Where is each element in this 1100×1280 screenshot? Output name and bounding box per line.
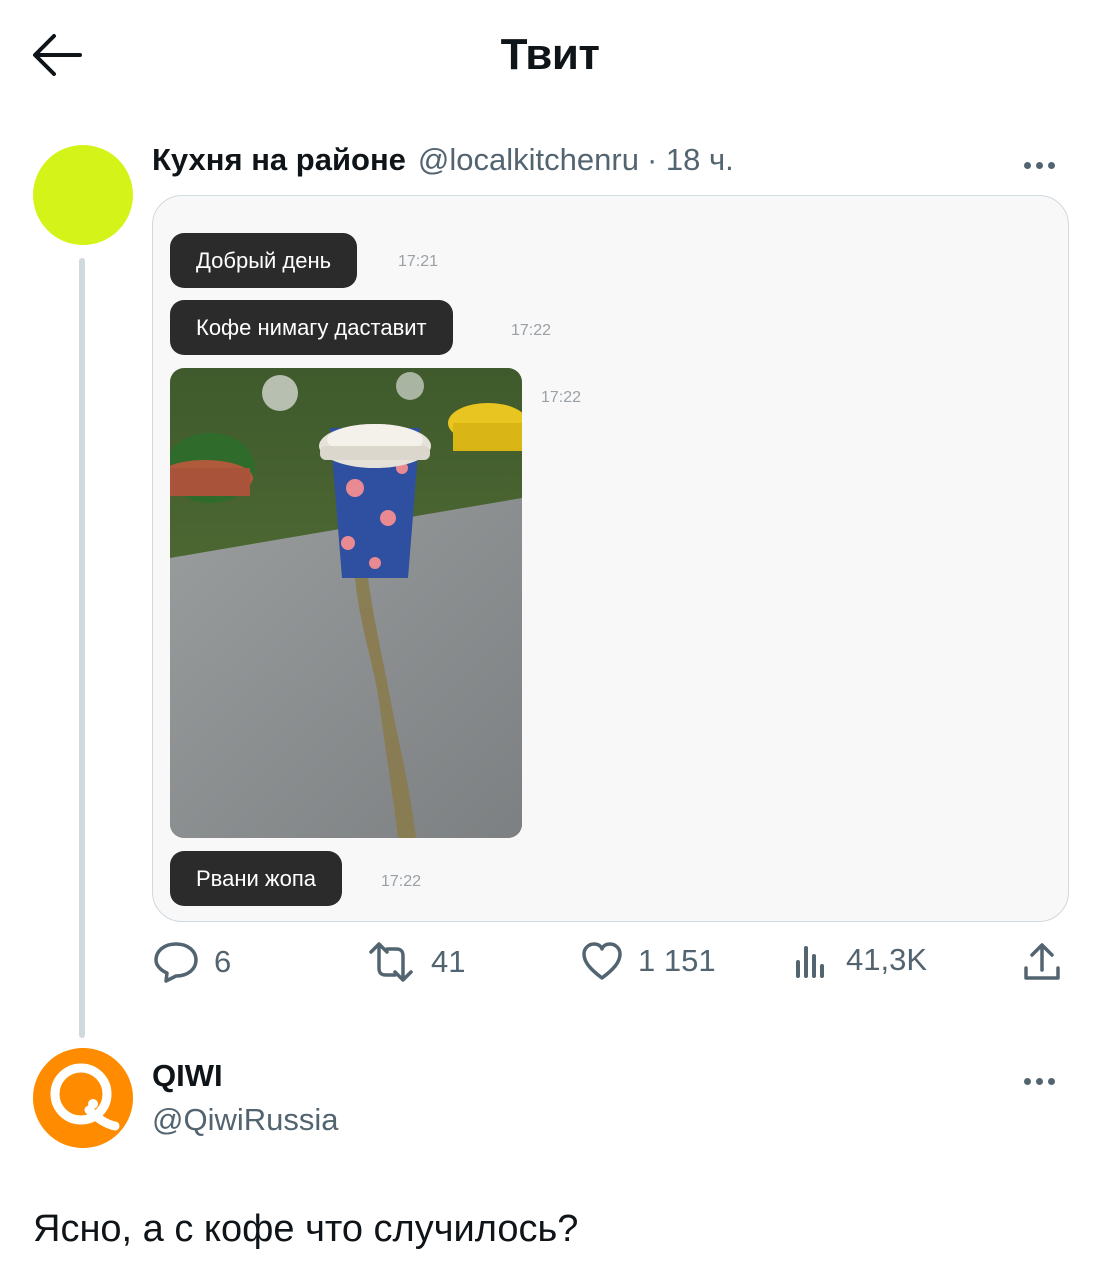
reply-count: 6 [214, 944, 232, 979]
retweet-button[interactable]: 41 [365, 940, 465, 984]
chat-timestamp: 17:22 [511, 322, 552, 339]
tweet-time[interactable]: · 18 ч. [647, 142, 734, 177]
tweet-media-screenshot[interactable]: Добрый день 17:21 Кофе нимагу даставит 1… [152, 195, 1069, 922]
share-button[interactable] [1020, 940, 1078, 984]
reply-author-name[interactable]: QIWI [152, 1058, 223, 1094]
chat-timestamp: 17:21 [398, 253, 439, 270]
more-options-icon[interactable] [1024, 1072, 1066, 1086]
reply-icon [154, 942, 198, 983]
reply-text: Ясно, а с кофе что случилось? [33, 1208, 579, 1250]
chat-timestamp: 17:22 [541, 389, 582, 406]
heart-icon [582, 942, 622, 980]
chat-bubble: Рвани жопа [170, 851, 343, 906]
qiwi-logo-icon [33, 1048, 133, 1148]
retweet-count: 41 [431, 944, 466, 979]
avatar[interactable] [33, 145, 133, 245]
retweet-icon [369, 942, 413, 982]
like-button[interactable]: 1 151 [580, 940, 716, 982]
chat-bubble: Добрый день [170, 233, 358, 288]
tweet-author-row: Кухня на районе @localkitchenru · 18 ч. [152, 142, 734, 178]
avatar[interactable] [33, 1048, 133, 1148]
chat-timestamp: 17:22 [381, 873, 422, 890]
views-chart-icon [796, 946, 824, 978]
more-options-icon[interactable] [1024, 156, 1066, 170]
chat-bubble: Кофе нимагу даставит [170, 300, 453, 355]
like-count: 1 151 [638, 943, 716, 978]
reply-button[interactable]: 6 [152, 940, 231, 984]
views-count: 41,3K [846, 942, 928, 977]
coffee-cup-photo [170, 368, 522, 838]
page-title: Твит [500, 30, 600, 79]
thread-connector-line [79, 258, 85, 1038]
share-icon [1024, 943, 1060, 980]
author-handle[interactable]: @localkitchenru [418, 142, 639, 177]
views-button[interactable]: 41,3K [792, 940, 927, 980]
author-name[interactable]: Кухня на районе [152, 142, 406, 177]
tweet-actions: 6 41 1 151 41,3K [152, 940, 1072, 990]
reply-author-handle[interactable]: @QiwiRussia [152, 1102, 339, 1138]
